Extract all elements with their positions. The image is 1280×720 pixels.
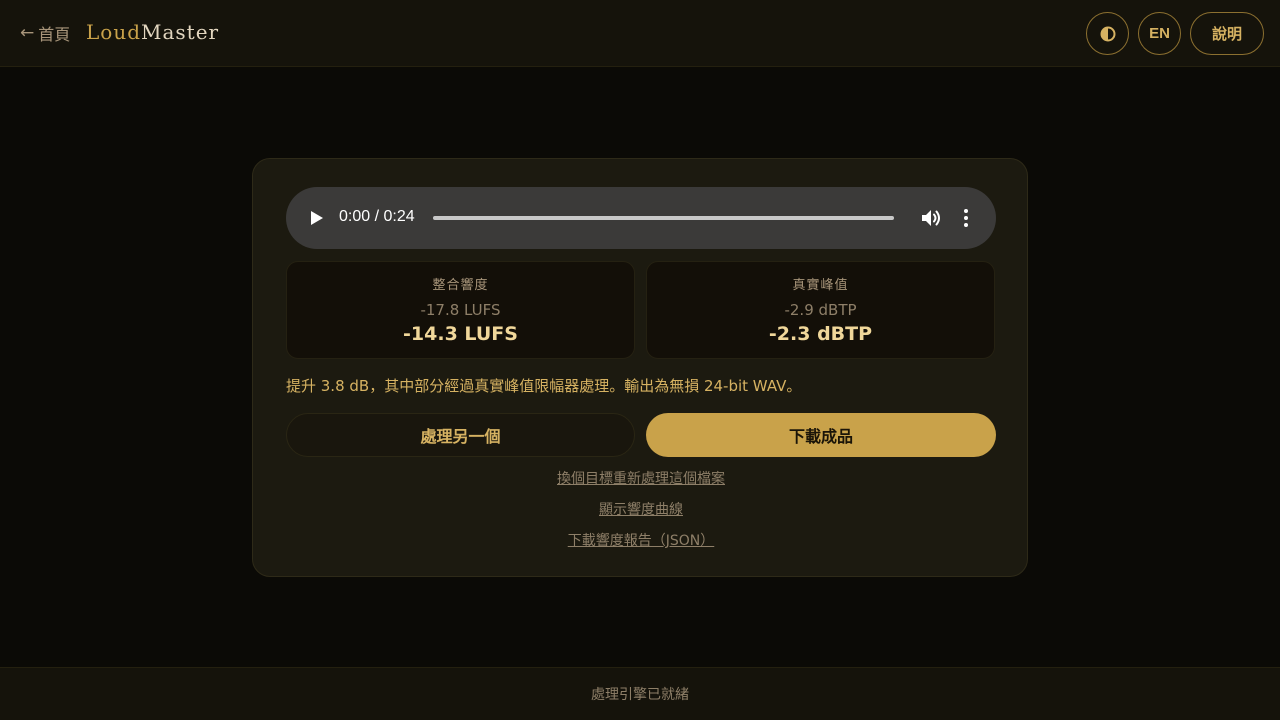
- half-circle-contrast-icon: [1100, 26, 1115, 41]
- help-button[interactable]: 說明: [1190, 12, 1264, 55]
- brand-part-master: Master: [141, 20, 220, 44]
- true-peak-after-value: -2.3 dBTP: [768, 323, 873, 345]
- loudness-stat-box: 整合響度 -17.8 LUFS -14.3 LUFS: [286, 261, 635, 359]
- theme-toggle-button[interactable]: [1086, 12, 1129, 55]
- volume-icon[interactable]: [920, 207, 942, 229]
- language-toggle-button[interactable]: EN: [1138, 12, 1181, 55]
- engine-status: 處理引擎已就緒: [591, 687, 689, 703]
- true-peak-label: 真實峰值: [792, 278, 849, 293]
- playback-time: 0:00 / 0:24: [339, 208, 415, 225]
- audio-player: 0:00 / 0:24: [286, 187, 996, 249]
- show-loudness-curve-link[interactable]: 顯示響度曲線: [253, 499, 1029, 519]
- reprocess-link[interactable]: 換個目標重新處理這個檔案: [253, 468, 1029, 488]
- processing-summary: 提升 3.8 dB，其中部分經過真實峰值限幅器處理。輸出為無損 24-bit W…: [286, 377, 802, 395]
- footer: 處理引擎已就緒: [0, 667, 1280, 720]
- true-peak-stat-box: 真實峰值 -2.9 dBTP -2.3 dBTP: [646, 261, 995, 359]
- brand-part-loud: Loud: [86, 20, 142, 44]
- loudness-before-value: -17.8 LUFS: [420, 301, 501, 319]
- process-another-button[interactable]: 處理另一個: [286, 413, 635, 457]
- brand-logo: LoudMaster: [86, 20, 219, 44]
- loudness-after-value: -14.3 LUFS: [403, 323, 518, 345]
- download-result-button[interactable]: 下載成品: [646, 413, 996, 457]
- top-bar: ← 首頁 LoudMaster EN 說明: [0, 0, 1280, 67]
- download-report-link[interactable]: 下載響度報告（JSON）: [253, 530, 1029, 550]
- play-icon[interactable]: [310, 210, 324, 226]
- result-card: 0:00 / 0:24 整合響度 -17.8 LUFS -14.3 LUFS 真…: [252, 158, 1028, 577]
- true-peak-before-value: -2.9 dBTP: [784, 301, 857, 319]
- back-home-link[interactable]: ← 首頁: [20, 22, 70, 44]
- back-home-label: 首頁: [38, 25, 71, 44]
- more-options-icon[interactable]: [962, 207, 970, 229]
- loudness-label: 整合響度: [432, 278, 489, 293]
- seek-slider[interactable]: [433, 216, 894, 220]
- arrow-left-icon: ←: [20, 22, 35, 43]
